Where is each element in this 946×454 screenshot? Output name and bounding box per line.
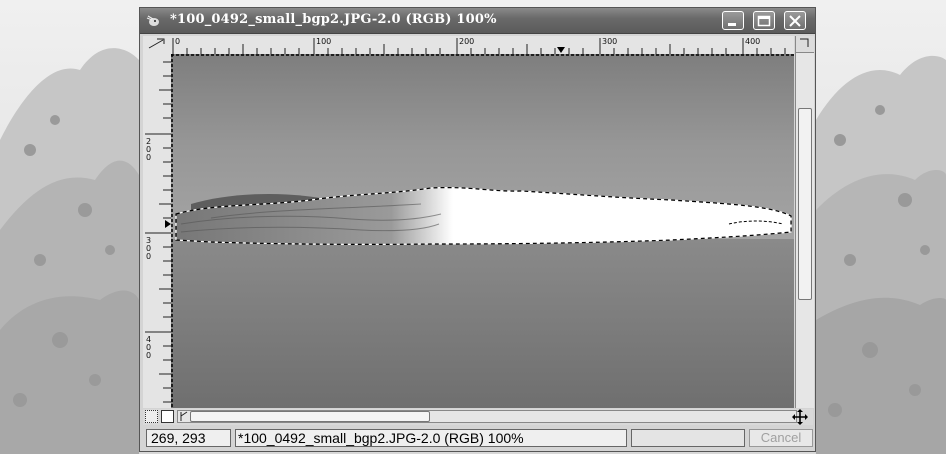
scroll-left-icon	[180, 411, 188, 421]
close-button[interactable]	[784, 11, 806, 30]
minimize-button[interactable]	[722, 11, 744, 30]
pointer-coordinates: 269, 293	[146, 429, 231, 447]
landscape-image	[171, 54, 794, 408]
ruler-label-v300: 3 0 0	[146, 236, 152, 261]
vertical-scrollbar[interactable]	[795, 36, 814, 408]
gimp-wilber-icon[interactable]	[146, 14, 160, 26]
menu-arrow-icon	[148, 38, 165, 49]
horizontal-scroll-thumb[interactable]	[190, 411, 430, 422]
quick-mask-off-button[interactable]	[145, 410, 158, 423]
image-window: *100_0492_small_bgp2.JPG-2.0 (RGB) 100%	[139, 7, 816, 452]
status-message: *100_0492_small_bgp2.JPG-2.0 (RGB) 100%	[235, 429, 627, 447]
progress-bar	[631, 429, 745, 447]
bottom-controls	[143, 409, 813, 425]
quick-mask-on-button[interactable]	[161, 410, 174, 423]
ruler-label-400: 400	[745, 37, 761, 46]
horizontal-scrollbar[interactable]	[177, 410, 797, 423]
zoom-toggle-button[interactable]	[796, 36, 814, 53]
ruler-label-v400: 4 0 0	[146, 335, 152, 360]
ruler-label-0: 0	[175, 37, 181, 46]
status-bar: 269, 293 *100_0492_small_bgp2.JPG-2.0 (R…	[143, 427, 813, 449]
maximize-icon	[757, 15, 771, 27]
maximize-button[interactable]	[753, 11, 775, 30]
vertical-scroll-thumb[interactable]	[798, 108, 812, 300]
image-menu-button[interactable]	[143, 36, 172, 55]
title-bar[interactable]: *100_0492_small_bgp2.JPG-2.0 (RGB) 100%	[140, 8, 815, 34]
corner-arrow-icon	[800, 38, 809, 47]
navigate-icon[interactable]	[791, 408, 809, 426]
vertical-ruler[interactable]: 2 0 0 3 0 0 4 0 0	[143, 54, 172, 408]
cancel-button[interactable]: Cancel	[749, 429, 813, 447]
ruler-label-300: 300	[602, 37, 618, 46]
horizontal-ruler[interactable]: 0 100 200 300 400	[171, 36, 794, 55]
window-title: *100_0492_small_bgp2.JPG-2.0 (RGB) 100%	[170, 12, 497, 27]
ruler-label-200: 200	[459, 37, 475, 46]
image-canvas[interactable]	[171, 54, 794, 408]
ruler-label-100: 100	[316, 37, 332, 46]
minimize-icon	[728, 23, 736, 26]
pointer-position-marker	[557, 47, 565, 53]
ruler-label-v200: 2 0 0	[146, 137, 152, 162]
close-icon	[789, 15, 801, 27]
